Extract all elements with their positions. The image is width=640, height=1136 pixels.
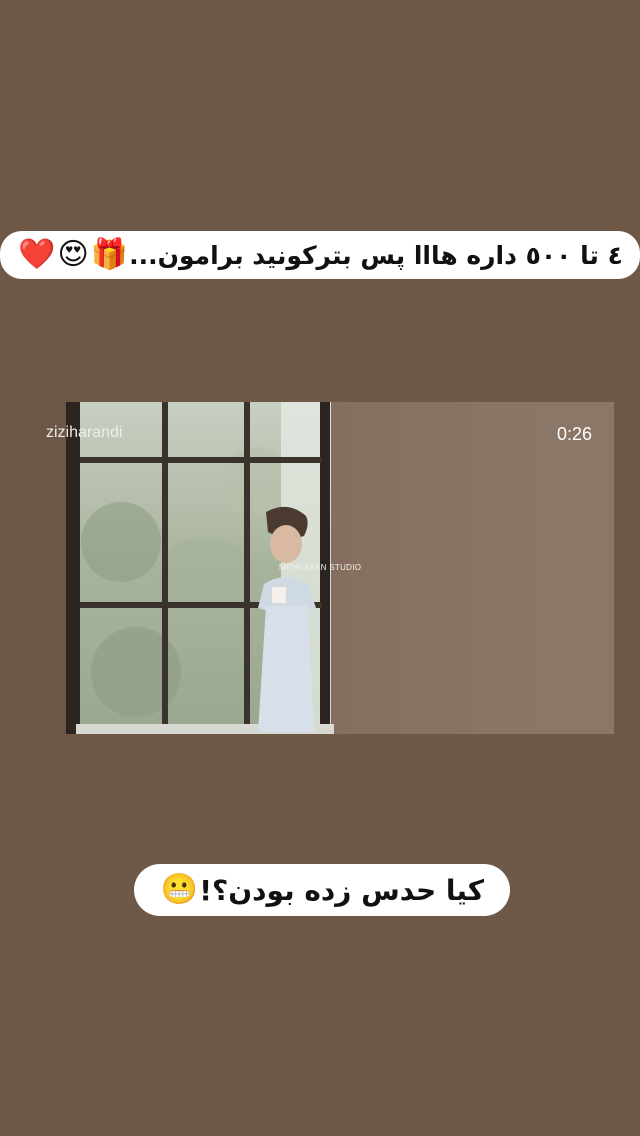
heart-eyes-emoji-icon: 😍 <box>57 237 89 272</box>
red-heart-icon: ❤️ <box>18 237 56 272</box>
bottom-caption-text: کیا حدس زده بودن؟! <box>199 873 485 907</box>
top-caption: ٤ تا ٥٠٠ داره هاﺍﺍ پس بترکونید برامون...… <box>0 231 640 279</box>
video-player[interactable]: ziziharandi 0:26 MEHRABAN STUDIO <box>26 402 614 734</box>
gift-icon: 🎁 <box>90 237 129 272</box>
video-username[interactable]: ziziharandi <box>46 424 122 442</box>
top-caption-text: ٤ تا ٥٠٠ داره هاﺍﺍ پس بترکونید برامون... <box>129 240 623 270</box>
video-duration: 0:26 <box>556 424 592 444</box>
video-watermark: MEHRABAN STUDIO <box>279 563 362 572</box>
bottom-caption: کیا حدس زده بودن؟! 😬 <box>134 864 510 916</box>
grimacing-face-icon: 😬 <box>160 872 199 907</box>
